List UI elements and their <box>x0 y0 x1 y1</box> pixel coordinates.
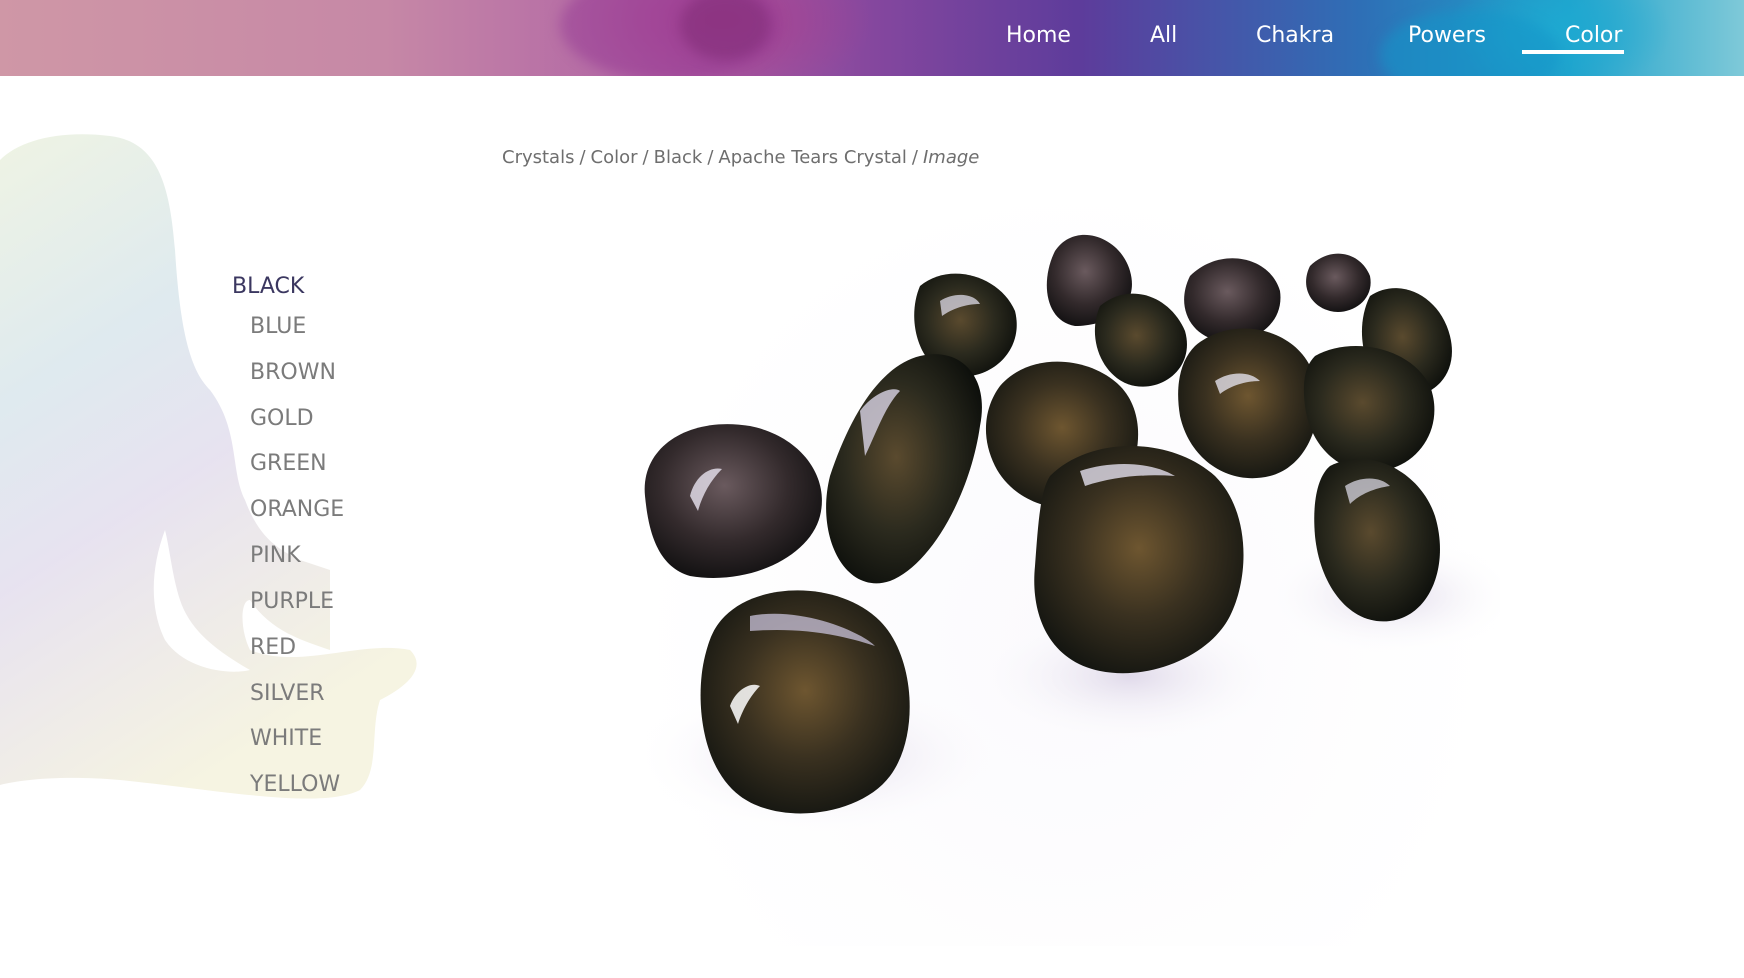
color-item-blue[interactable]: BLUE <box>250 310 306 344</box>
stone <box>826 354 982 584</box>
nav-chakra[interactable]: Chakra <box>1256 20 1334 52</box>
color-item-gold[interactable]: GOLD <box>250 402 314 436</box>
breadcrumb-crystals[interactable]: Crystals <box>502 147 574 168</box>
breadcrumb-separator: / <box>642 147 649 168</box>
breadcrumb: Crystals / Color / Black / Apache Tears Crysta… <box>502 144 979 172</box>
breadcrumb-color[interactable]: Color <box>591 147 638 168</box>
nav-all[interactable]: All <box>1150 20 1177 52</box>
breadcrumb-current: Image <box>922 147 980 168</box>
breadcrumb-separator: / <box>579 147 586 168</box>
color-item-brown[interactable]: BROWN <box>250 356 336 390</box>
main-nav: Home All Chakra Powers Color <box>0 0 1744 76</box>
stone <box>1034 446 1244 674</box>
color-item-purple[interactable]: PURPLE <box>250 585 334 619</box>
crystal-image <box>630 176 1500 946</box>
color-item-red[interactable]: RED <box>250 631 296 665</box>
stone <box>1178 328 1318 479</box>
header-banner: Home All Chakra Powers Color <box>0 0 1744 76</box>
nav-color[interactable]: Color <box>1565 20 1622 52</box>
breadcrumb-separator: / <box>911 147 918 168</box>
stone <box>1306 253 1371 312</box>
color-heading-black[interactable]: BLACK <box>232 270 304 304</box>
breadcrumb-black[interactable]: Black <box>654 147 703 168</box>
stone <box>644 424 822 578</box>
color-item-silver[interactable]: SILVER <box>250 677 325 711</box>
nav-powers[interactable]: Powers <box>1408 20 1486 52</box>
breadcrumb-separator: / <box>707 147 714 168</box>
page: Home All Chakra Powers Color Crystals / Co… <box>0 0 1744 978</box>
nav-home[interactable]: Home <box>1006 20 1071 52</box>
color-item-orange[interactable]: ORANGE <box>250 493 344 527</box>
color-item-yellow[interactable]: YELLOW <box>250 768 340 802</box>
color-item-pink[interactable]: PINK <box>250 539 301 573</box>
color-item-white[interactable]: WHITE <box>250 722 322 756</box>
background-silhouette-illustration <box>0 134 417 799</box>
stone <box>1184 258 1281 342</box>
color-item-green[interactable]: GREEN <box>250 447 327 481</box>
apache-tears-stones-illustration <box>630 234 1500 836</box>
stone <box>1094 293 1187 387</box>
breadcrumb-apache-tears-crystal[interactable]: Apache Tears Crystal <box>718 147 907 168</box>
nav-active-underline <box>1522 50 1624 54</box>
